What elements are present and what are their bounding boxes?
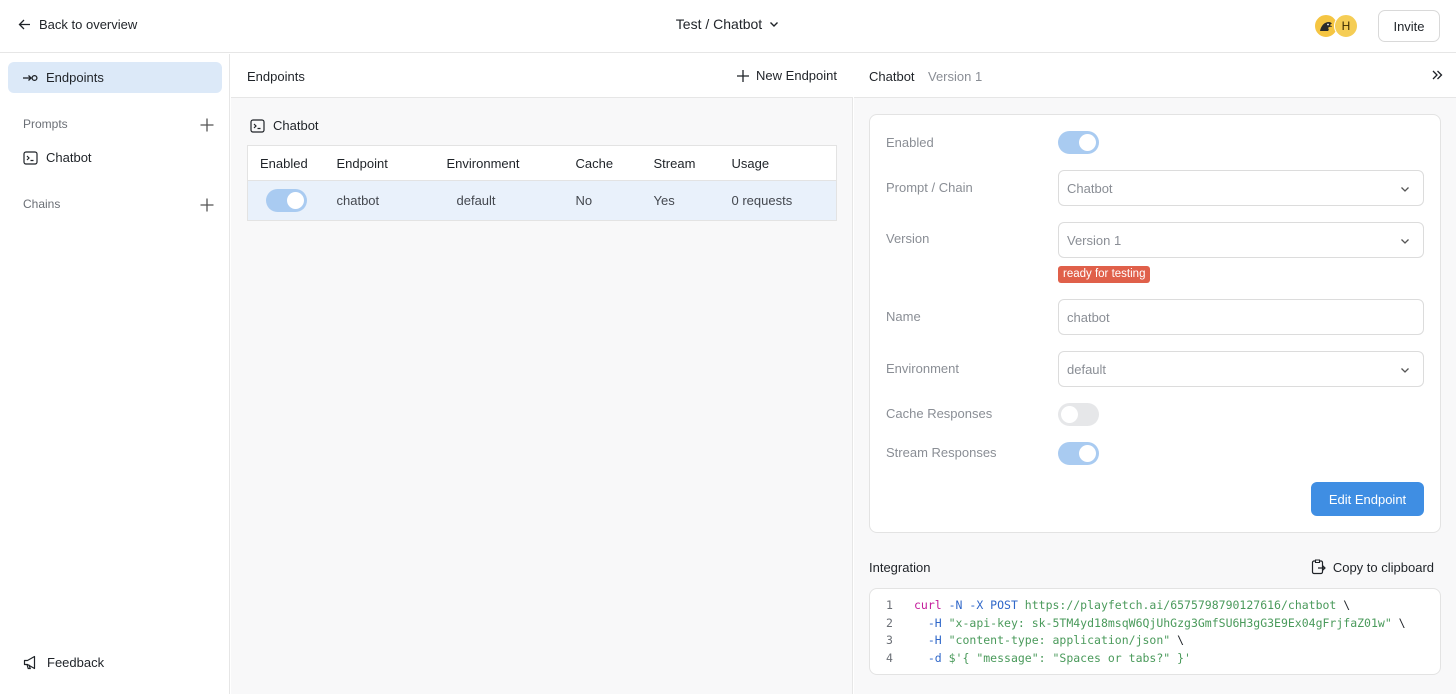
line-number: 1 [886,598,893,612]
top-bar: Back to overview Test / Chatbot H Invite [0,0,1456,53]
detail-title: Chatbot [869,69,915,84]
code-text: -H "content-type: application/json" \ [914,633,1185,648]
environment-value: default [1067,361,1107,377]
chevron-down-icon [770,22,779,27]
cache-cell: No [563,180,642,221]
copy-to-clipboard-button[interactable]: Copy to clipboard [1311,559,1434,575]
collapse-panel-icon[interactable] [1430,68,1444,82]
detail-header: Chatbot Version 1 [854,54,1456,98]
prompt-icon [23,150,38,165]
endpoint-icon [23,74,38,81]
sidebar-item-endpoints[interactable]: Endpoints [8,62,222,93]
chevron-down-icon [1401,187,1409,192]
chevron-down-icon [1401,239,1409,244]
column-header: Enabled [247,145,325,181]
sidebar-item-label: Endpoints [46,70,104,85]
stream-toggle[interactable] [1058,442,1099,465]
code-text: curl -N -X POST https://playfetch.ai/657… [914,598,1351,612]
eagle-avatar-icon [1320,22,1332,31]
column-header: Stream [641,145,720,181]
code-line: 4 -d $'{ "message": "Spaces or tabs?" }' [870,651,1440,669]
add-chain-icon[interactable] [199,197,215,213]
code-line: 1 curl -N -X POST https://playfetch.ai/65… [870,598,1440,616]
detail-version: Version 1 [928,69,983,84]
enabled-toggle[interactable] [1058,131,1099,154]
environment-cell: default [434,180,564,221]
column-header: Endpoint [324,145,435,181]
integration-code-block[interactable]: 1 curl -N -X POST https://playfetch.ai/65… [869,588,1441,675]
endpoints-panel: Endpoints New Endpoint Chatbot Enabled E… [231,54,853,694]
new-endpoint-button[interactable]: New Endpoint [736,68,837,83]
page-title: Endpoints [247,69,305,84]
add-prompt-icon[interactable] [199,117,215,133]
endpoints-header: Endpoints New Endpoint [231,54,853,98]
clipboard-icon [1311,559,1326,575]
enabled-label: Enabled [886,135,934,150]
sidebar-item-label: Chatbot [46,150,92,165]
version-select[interactable]: Version 1 [1058,222,1424,258]
chains-section-title: Chains [23,197,61,211]
plus-icon [737,69,750,82]
feedback-label: Feedback [47,655,105,670]
feedback-button[interactable]: Feedback [23,655,104,670]
code-text: -d $'{ "message": "Spaces or tabs?" }' [914,651,1191,666]
stream-label: Stream Responses [886,445,997,460]
name-label: Name [886,309,921,324]
prompts-section-title: Prompts [23,117,68,131]
invite-button[interactable]: Invite [1378,10,1440,42]
version-value: Version 1 [1067,232,1122,248]
sidebar: Endpoints Prompts Chatbot Chains [0,54,230,694]
endpoint-detail-panel: Chatbot Version 1 Enabled Prompt / Chain… [854,54,1456,694]
environment-label: Environment [886,361,959,376]
copy-label: Copy to clipboard [1332,559,1434,575]
column-header: Environment [434,145,564,181]
version-label: Version [886,231,930,246]
line-number: 2 [886,615,893,630]
endpoints-table: Enabled Endpoint Environment Cache Strea… [247,145,837,221]
table-row[interactable]: chatbot default No Yes 0 requests [247,180,837,221]
code-line: 3 -H "content-type: application/json" \ [870,633,1440,651]
group-label: Chatbot [273,118,319,133]
cache-toggle[interactable] [1058,403,1099,426]
line-number: 4 [886,651,893,666]
collaborator-avatars: H [1314,14,1358,38]
name-input[interactable]: chatbot [1058,299,1424,335]
status-badge: ready for testing [1058,266,1151,283]
edit-endpoint-button[interactable]: Edit Endpoint [1311,482,1424,516]
sidebar-item-chatbot[interactable]: Chatbot [23,150,92,165]
usage-cell: 0 requests [719,180,837,221]
column-header: Cache [563,145,642,181]
code-line: 2 -H "x-api-key: sk-5TM4yd18msqW6QjUhGzg… [870,616,1440,634]
endpoint-enabled-toggle[interactable] [266,189,307,212]
name-placeholder: chatbot [1067,309,1110,325]
project-switcher[interactable]: Test / Chatbot [676,16,780,32]
prompt-chain-value: Chatbot [1067,180,1113,196]
integration-title: Integration [869,560,931,575]
prompt-chain-label: Prompt / Chain [886,180,973,195]
stream-cell: Yes [641,180,720,221]
avatar-initial[interactable]: H [1334,14,1358,38]
chevron-down-icon [1401,368,1409,373]
line-number: 3 [886,633,893,648]
new-endpoint-label: New Endpoint [756,68,837,83]
megaphone-icon [23,655,36,670]
endpoint-form: Enabled Prompt / Chain Chatbot Version V… [869,114,1441,533]
prompt-chain-select[interactable]: Chatbot [1058,170,1424,206]
enabled-cell [247,180,325,221]
code-text: -H "x-api-key: sk-5TM4yd18msqW6QjUhGzg3G… [914,615,1406,630]
breadcrumb: Test / Chatbot [0,16,1456,32]
environment-select[interactable]: default [1058,351,1424,387]
column-header: Usage [719,145,837,181]
endpoint-group-header: Chatbot [250,118,319,133]
cache-label: Cache Responses [886,406,993,421]
breadcrumb-text: Test / Chatbot [675,16,763,32]
prompt-icon [250,118,265,133]
endpoint-cell: chatbot [324,180,435,221]
